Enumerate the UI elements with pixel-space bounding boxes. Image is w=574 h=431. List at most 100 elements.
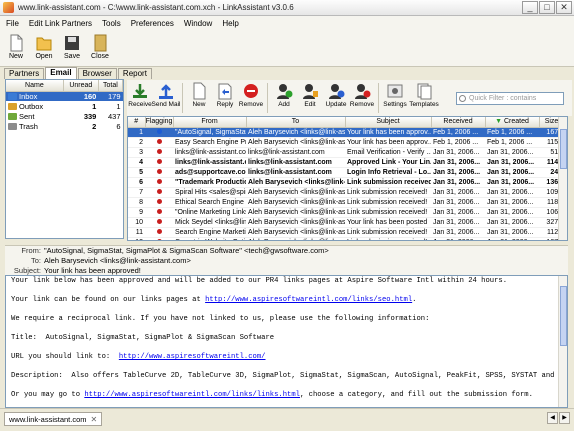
- close-project-button[interactable]: Close: [89, 31, 111, 66]
- message-subject: Link submission received!: [345, 207, 431, 218]
- tab-report[interactable]: Report: [117, 68, 152, 79]
- site-link[interactable]: http://www.aspiresoftwareintl.com/: [119, 353, 266, 361]
- menu-window[interactable]: Window: [184, 19, 212, 28]
- open-button[interactable]: Open: [33, 31, 55, 66]
- send-mail-button[interactable]: Send Mail: [152, 80, 180, 116]
- remove-mail-button[interactable]: Remove: [238, 80, 264, 116]
- close-button[interactable]: ✕: [556, 1, 572, 14]
- folder-col-total[interactable]: Total: [98, 80, 124, 92]
- folder-outbox[interactable]: Outbox 1 1: [6, 101, 123, 111]
- save-icon: [65, 36, 79, 50]
- message-row[interactable]: 11 Search Engine Marketing and Po...Aleh …: [128, 227, 564, 238]
- col-flagging[interactable]: Flagging: [145, 117, 174, 128]
- flag-icon[interactable]: [156, 238, 162, 240]
- menu-file[interactable]: File: [6, 19, 19, 28]
- close-tab-icon[interactable]: ✕: [91, 413, 98, 426]
- flag-icon[interactable]: [156, 188, 162, 194]
- col-number[interactable]: #: [128, 117, 146, 128]
- message-row[interactable]: 4 links@link-assistant.comlinks@link-assi…: [128, 157, 564, 168]
- message-row[interactable]: 2 Easy Search Engine Promotion T...Aleh B…: [128, 137, 564, 148]
- message-to: Aleh Barysevich <links@link-assi...: [246, 237, 345, 240]
- message-created: Jan 31, 2006...: [485, 217, 539, 228]
- col-created[interactable]: ▼ Created: [485, 117, 540, 128]
- flag-icon[interactable]: [156, 178, 162, 184]
- open-folder-icon: [36, 37, 52, 51]
- templates-button[interactable]: Templates: [408, 80, 440, 116]
- flag-icon[interactable]: [156, 158, 162, 164]
- project-tab[interactable]: www.link-assistant.com ✕: [4, 412, 103, 426]
- col-subject[interactable]: Subject: [345, 117, 432, 128]
- list-scroll-thumb[interactable]: [560, 129, 567, 169]
- body-line: , choose a category, and fill out the su…: [300, 391, 533, 399]
- flag-icon[interactable]: [156, 228, 162, 234]
- body-scroll-thumb[interactable]: [560, 286, 567, 346]
- list-scrollbar[interactable]: [558, 117, 567, 240]
- quick-filter-input[interactable]: Quick Filter : contains: [456, 92, 564, 105]
- flag-icon[interactable]: [156, 168, 162, 174]
- receive-button[interactable]: Receive: [127, 80, 153, 116]
- flag-icon[interactable]: [156, 208, 162, 214]
- message-received: Jan 31, 2006...: [431, 207, 485, 218]
- links-page-link[interactable]: http://www.aspiresoftwareintl.com/links/…: [205, 296, 412, 304]
- message-from: Easy Search Engine Promotion T...: [173, 137, 246, 148]
- update-label: Update: [325, 101, 347, 108]
- col-to[interactable]: To: [246, 117, 346, 128]
- folder-sent[interactable]: Sent 339 437: [6, 111, 123, 121]
- flag-icon[interactable]: [156, 198, 162, 204]
- message-from: Mick Seydel <links@linkchampi...: [173, 217, 246, 228]
- message-flag: [145, 127, 173, 138]
- view-tabs: Partners Email Browser Report: [4, 67, 152, 79]
- settings-button[interactable]: Settings: [382, 80, 408, 116]
- message-created: Jan 31, 2006...: [485, 237, 539, 240]
- message-number: 10: [128, 217, 145, 228]
- message-row[interactable]: 8 Ethical Search Engine Optimizatio...Ale…: [128, 197, 564, 208]
- scroll-left-button[interactable]: ◀: [547, 412, 558, 424]
- message-row[interactable]: 10 Mick Seydel <links@linkchampi...Aleh B…: [128, 217, 564, 228]
- message-row[interactable]: 12 Comptrio Website Optimization ...Aleh …: [128, 237, 564, 240]
- flag-icon[interactable]: [156, 148, 162, 154]
- message-received: Jan 31, 2006...: [431, 197, 485, 208]
- tab-partners[interactable]: Partners: [4, 68, 45, 79]
- menu-edit-link-partners[interactable]: Edit Link Partners: [29, 19, 92, 28]
- menu-tools[interactable]: Tools: [102, 19, 121, 28]
- message-created: Jan 31, 2006...: [485, 177, 539, 188]
- new-mail-button[interactable]: New: [186, 80, 212, 116]
- flag-icon[interactable]: [156, 218, 162, 224]
- col-from[interactable]: From: [173, 117, 247, 128]
- body-scrollbar[interactable]: [558, 276, 567, 407]
- folder-inbox[interactable]: Inbox 160 179: [6, 91, 123, 101]
- flag-icon[interactable]: [156, 128, 162, 134]
- message-body[interactable]: Your link below has been approved and wi…: [5, 275, 568, 408]
- col-received[interactable]: Received: [431, 117, 486, 128]
- scroll-right-button[interactable]: ▶: [559, 412, 570, 424]
- folder-trash[interactable]: Trash 2 6: [6, 121, 123, 131]
- message-row[interactable]: 3 links@link-assistant.com links@link-assi…: [128, 147, 564, 158]
- remove-partner-button[interactable]: Remove: [349, 80, 375, 116]
- tab-email[interactable]: Email: [45, 67, 77, 79]
- folder-col-name[interactable]: Name: [6, 80, 64, 92]
- update-partner-button[interactable]: Update: [323, 80, 349, 116]
- reply-button[interactable]: Reply: [212, 80, 238, 116]
- message-row[interactable]: 6 "Trademark Productions, Inc." ...Aleh B…: [128, 177, 564, 188]
- submission-link[interactable]: http://www.aspiresoftwareintl.com/links/…: [84, 391, 300, 399]
- message-row[interactable]: 9 "Online Marketing Links : Marke...Aleh …: [128, 207, 564, 218]
- remove-icon: [244, 84, 258, 98]
- message-row[interactable]: 1 "AutoSignal, SigmaStat, SigmaPl...Aleh …: [128, 127, 564, 138]
- message-to: Aleh Barysevich <links@link-assi...: [246, 207, 345, 218]
- folder-col-unread[interactable]: Unread: [63, 80, 99, 92]
- maximize-button[interactable]: □: [539, 1, 555, 14]
- add-partner-button[interactable]: Add: [271, 80, 297, 116]
- save-button[interactable]: Save: [61, 31, 83, 66]
- flag-icon[interactable]: [156, 138, 162, 144]
- minimize-button[interactable]: _: [522, 1, 538, 14]
- menu-help[interactable]: Help: [222, 19, 238, 28]
- outbox-icon: [8, 102, 17, 110]
- body-line: URL you should link to:: [11, 353, 119, 361]
- inbox-icon: [8, 92, 17, 100]
- message-row[interactable]: 5 ads@supportcave.com links@link-assistant…: [128, 167, 564, 178]
- menu-preferences[interactable]: Preferences: [131, 19, 174, 28]
- new-button[interactable]: New: [5, 31, 27, 66]
- edit-partner-button[interactable]: Edit: [297, 80, 323, 116]
- tab-browser[interactable]: Browser: [77, 68, 117, 79]
- message-row[interactable]: 7 Spiral Hits <sales@spiralhits.co...Aleh…: [128, 187, 564, 198]
